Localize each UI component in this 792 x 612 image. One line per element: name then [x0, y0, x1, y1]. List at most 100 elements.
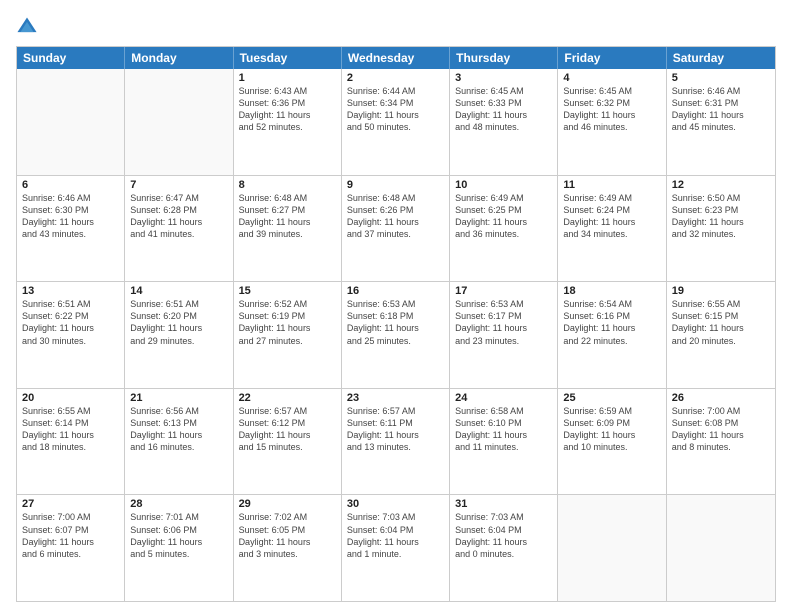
day-number: 27 [22, 498, 119, 510]
calendar-day-23: 23Sunrise: 6:57 AM Sunset: 6:11 PM Dayli… [342, 389, 450, 495]
day-number: 23 [347, 392, 444, 404]
day-number: 21 [130, 392, 227, 404]
day-number: 18 [563, 285, 660, 297]
calendar-row-1: 6Sunrise: 6:46 AM Sunset: 6:30 PM Daylig… [17, 175, 775, 282]
day-info: Sunrise: 6:51 AM Sunset: 6:20 PM Dayligh… [130, 298, 227, 347]
day-info: Sunrise: 6:57 AM Sunset: 6:12 PM Dayligh… [239, 405, 336, 454]
calendar-day-3: 3Sunrise: 6:45 AM Sunset: 6:33 PM Daylig… [450, 69, 558, 175]
day-number: 30 [347, 498, 444, 510]
calendar-row-3: 20Sunrise: 6:55 AM Sunset: 6:14 PM Dayli… [17, 388, 775, 495]
day-info: Sunrise: 6:45 AM Sunset: 6:33 PM Dayligh… [455, 85, 552, 134]
day-info: Sunrise: 6:55 AM Sunset: 6:15 PM Dayligh… [672, 298, 770, 347]
logo-icon [16, 16, 38, 38]
calendar-day-30: 30Sunrise: 7:03 AM Sunset: 6:04 PM Dayli… [342, 495, 450, 601]
day-info: Sunrise: 6:49 AM Sunset: 6:25 PM Dayligh… [455, 192, 552, 241]
day-number: 20 [22, 392, 119, 404]
day-number: 4 [563, 72, 660, 84]
day-number: 31 [455, 498, 552, 510]
calendar-day-22: 22Sunrise: 6:57 AM Sunset: 6:12 PM Dayli… [234, 389, 342, 495]
calendar-empty-cell [17, 69, 125, 175]
day-info: Sunrise: 6:46 AM Sunset: 6:30 PM Dayligh… [22, 192, 119, 241]
day-info: Sunrise: 7:00 AM Sunset: 6:07 PM Dayligh… [22, 511, 119, 560]
day-info: Sunrise: 6:50 AM Sunset: 6:23 PM Dayligh… [672, 192, 770, 241]
day-number: 25 [563, 392, 660, 404]
calendar-day-28: 28Sunrise: 7:01 AM Sunset: 6:06 PM Dayli… [125, 495, 233, 601]
calendar-body: 1Sunrise: 6:43 AM Sunset: 6:36 PM Daylig… [17, 69, 775, 601]
day-number: 29 [239, 498, 336, 510]
calendar-day-31: 31Sunrise: 7:03 AM Sunset: 6:04 PM Dayli… [450, 495, 558, 601]
calendar-day-13: 13Sunrise: 6:51 AM Sunset: 6:22 PM Dayli… [17, 282, 125, 388]
day-number: 24 [455, 392, 552, 404]
day-info: Sunrise: 6:48 AM Sunset: 6:27 PM Dayligh… [239, 192, 336, 241]
calendar-header: SundayMondayTuesdayWednesdayThursdayFrid… [17, 47, 775, 69]
day-number: 26 [672, 392, 770, 404]
calendar-row-0: 1Sunrise: 6:43 AM Sunset: 6:36 PM Daylig… [17, 69, 775, 175]
calendar-day-25: 25Sunrise: 6:59 AM Sunset: 6:09 PM Dayli… [558, 389, 666, 495]
day-info: Sunrise: 7:03 AM Sunset: 6:04 PM Dayligh… [347, 511, 444, 560]
weekday-header-monday: Monday [125, 47, 233, 69]
day-number: 9 [347, 179, 444, 191]
calendar-empty-cell [558, 495, 666, 601]
day-number: 19 [672, 285, 770, 297]
day-info: Sunrise: 6:48 AM Sunset: 6:26 PM Dayligh… [347, 192, 444, 241]
day-info: Sunrise: 6:57 AM Sunset: 6:11 PM Dayligh… [347, 405, 444, 454]
day-info: Sunrise: 7:00 AM Sunset: 6:08 PM Dayligh… [672, 405, 770, 454]
calendar-day-15: 15Sunrise: 6:52 AM Sunset: 6:19 PM Dayli… [234, 282, 342, 388]
calendar-day-27: 27Sunrise: 7:00 AM Sunset: 6:07 PM Dayli… [17, 495, 125, 601]
day-info: Sunrise: 6:59 AM Sunset: 6:09 PM Dayligh… [563, 405, 660, 454]
weekday-header-friday: Friday [558, 47, 666, 69]
calendar-row-2: 13Sunrise: 6:51 AM Sunset: 6:22 PM Dayli… [17, 281, 775, 388]
calendar-day-17: 17Sunrise: 6:53 AM Sunset: 6:17 PM Dayli… [450, 282, 558, 388]
day-info: Sunrise: 6:53 AM Sunset: 6:17 PM Dayligh… [455, 298, 552, 347]
calendar-day-4: 4Sunrise: 6:45 AM Sunset: 6:32 PM Daylig… [558, 69, 666, 175]
day-info: Sunrise: 6:49 AM Sunset: 6:24 PM Dayligh… [563, 192, 660, 241]
calendar-day-7: 7Sunrise: 6:47 AM Sunset: 6:28 PM Daylig… [125, 176, 233, 282]
day-info: Sunrise: 6:52 AM Sunset: 6:19 PM Dayligh… [239, 298, 336, 347]
day-info: Sunrise: 6:56 AM Sunset: 6:13 PM Dayligh… [130, 405, 227, 454]
calendar-day-6: 6Sunrise: 6:46 AM Sunset: 6:30 PM Daylig… [17, 176, 125, 282]
calendar-day-10: 10Sunrise: 6:49 AM Sunset: 6:25 PM Dayli… [450, 176, 558, 282]
calendar-day-24: 24Sunrise: 6:58 AM Sunset: 6:10 PM Dayli… [450, 389, 558, 495]
day-info: Sunrise: 6:54 AM Sunset: 6:16 PM Dayligh… [563, 298, 660, 347]
day-number: 11 [563, 179, 660, 191]
calendar-day-9: 9Sunrise: 6:48 AM Sunset: 6:26 PM Daylig… [342, 176, 450, 282]
day-info: Sunrise: 6:53 AM Sunset: 6:18 PM Dayligh… [347, 298, 444, 347]
calendar-row-4: 27Sunrise: 7:00 AM Sunset: 6:07 PM Dayli… [17, 494, 775, 601]
day-number: 3 [455, 72, 552, 84]
logo [16, 16, 42, 38]
day-info: Sunrise: 6:47 AM Sunset: 6:28 PM Dayligh… [130, 192, 227, 241]
calendar-day-12: 12Sunrise: 6:50 AM Sunset: 6:23 PM Dayli… [667, 176, 775, 282]
day-number: 12 [672, 179, 770, 191]
day-number: 15 [239, 285, 336, 297]
calendar-day-16: 16Sunrise: 6:53 AM Sunset: 6:18 PM Dayli… [342, 282, 450, 388]
calendar-day-20: 20Sunrise: 6:55 AM Sunset: 6:14 PM Dayli… [17, 389, 125, 495]
calendar-empty-cell [125, 69, 233, 175]
day-info: Sunrise: 7:03 AM Sunset: 6:04 PM Dayligh… [455, 511, 552, 560]
day-number: 6 [22, 179, 119, 191]
calendar-day-14: 14Sunrise: 6:51 AM Sunset: 6:20 PM Dayli… [125, 282, 233, 388]
weekday-header-sunday: Sunday [17, 47, 125, 69]
day-info: Sunrise: 7:02 AM Sunset: 6:05 PM Dayligh… [239, 511, 336, 560]
day-number: 8 [239, 179, 336, 191]
day-info: Sunrise: 6:45 AM Sunset: 6:32 PM Dayligh… [563, 85, 660, 134]
calendar-empty-cell [667, 495, 775, 601]
calendar-day-26: 26Sunrise: 7:00 AM Sunset: 6:08 PM Dayli… [667, 389, 775, 495]
day-number: 7 [130, 179, 227, 191]
page: SundayMondayTuesdayWednesdayThursdayFrid… [0, 0, 792, 612]
weekday-header-wednesday: Wednesday [342, 47, 450, 69]
calendar-day-29: 29Sunrise: 7:02 AM Sunset: 6:05 PM Dayli… [234, 495, 342, 601]
calendar-day-19: 19Sunrise: 6:55 AM Sunset: 6:15 PM Dayli… [667, 282, 775, 388]
calendar-day-1: 1Sunrise: 6:43 AM Sunset: 6:36 PM Daylig… [234, 69, 342, 175]
day-number: 2 [347, 72, 444, 84]
day-number: 22 [239, 392, 336, 404]
day-info: Sunrise: 6:43 AM Sunset: 6:36 PM Dayligh… [239, 85, 336, 134]
day-number: 5 [672, 72, 770, 84]
calendar-day-11: 11Sunrise: 6:49 AM Sunset: 6:24 PM Dayli… [558, 176, 666, 282]
day-info: Sunrise: 6:46 AM Sunset: 6:31 PM Dayligh… [672, 85, 770, 134]
weekday-header-saturday: Saturday [667, 47, 775, 69]
weekday-header-tuesday: Tuesday [234, 47, 342, 69]
day-info: Sunrise: 7:01 AM Sunset: 6:06 PM Dayligh… [130, 511, 227, 560]
day-number: 14 [130, 285, 227, 297]
day-number: 13 [22, 285, 119, 297]
day-number: 28 [130, 498, 227, 510]
